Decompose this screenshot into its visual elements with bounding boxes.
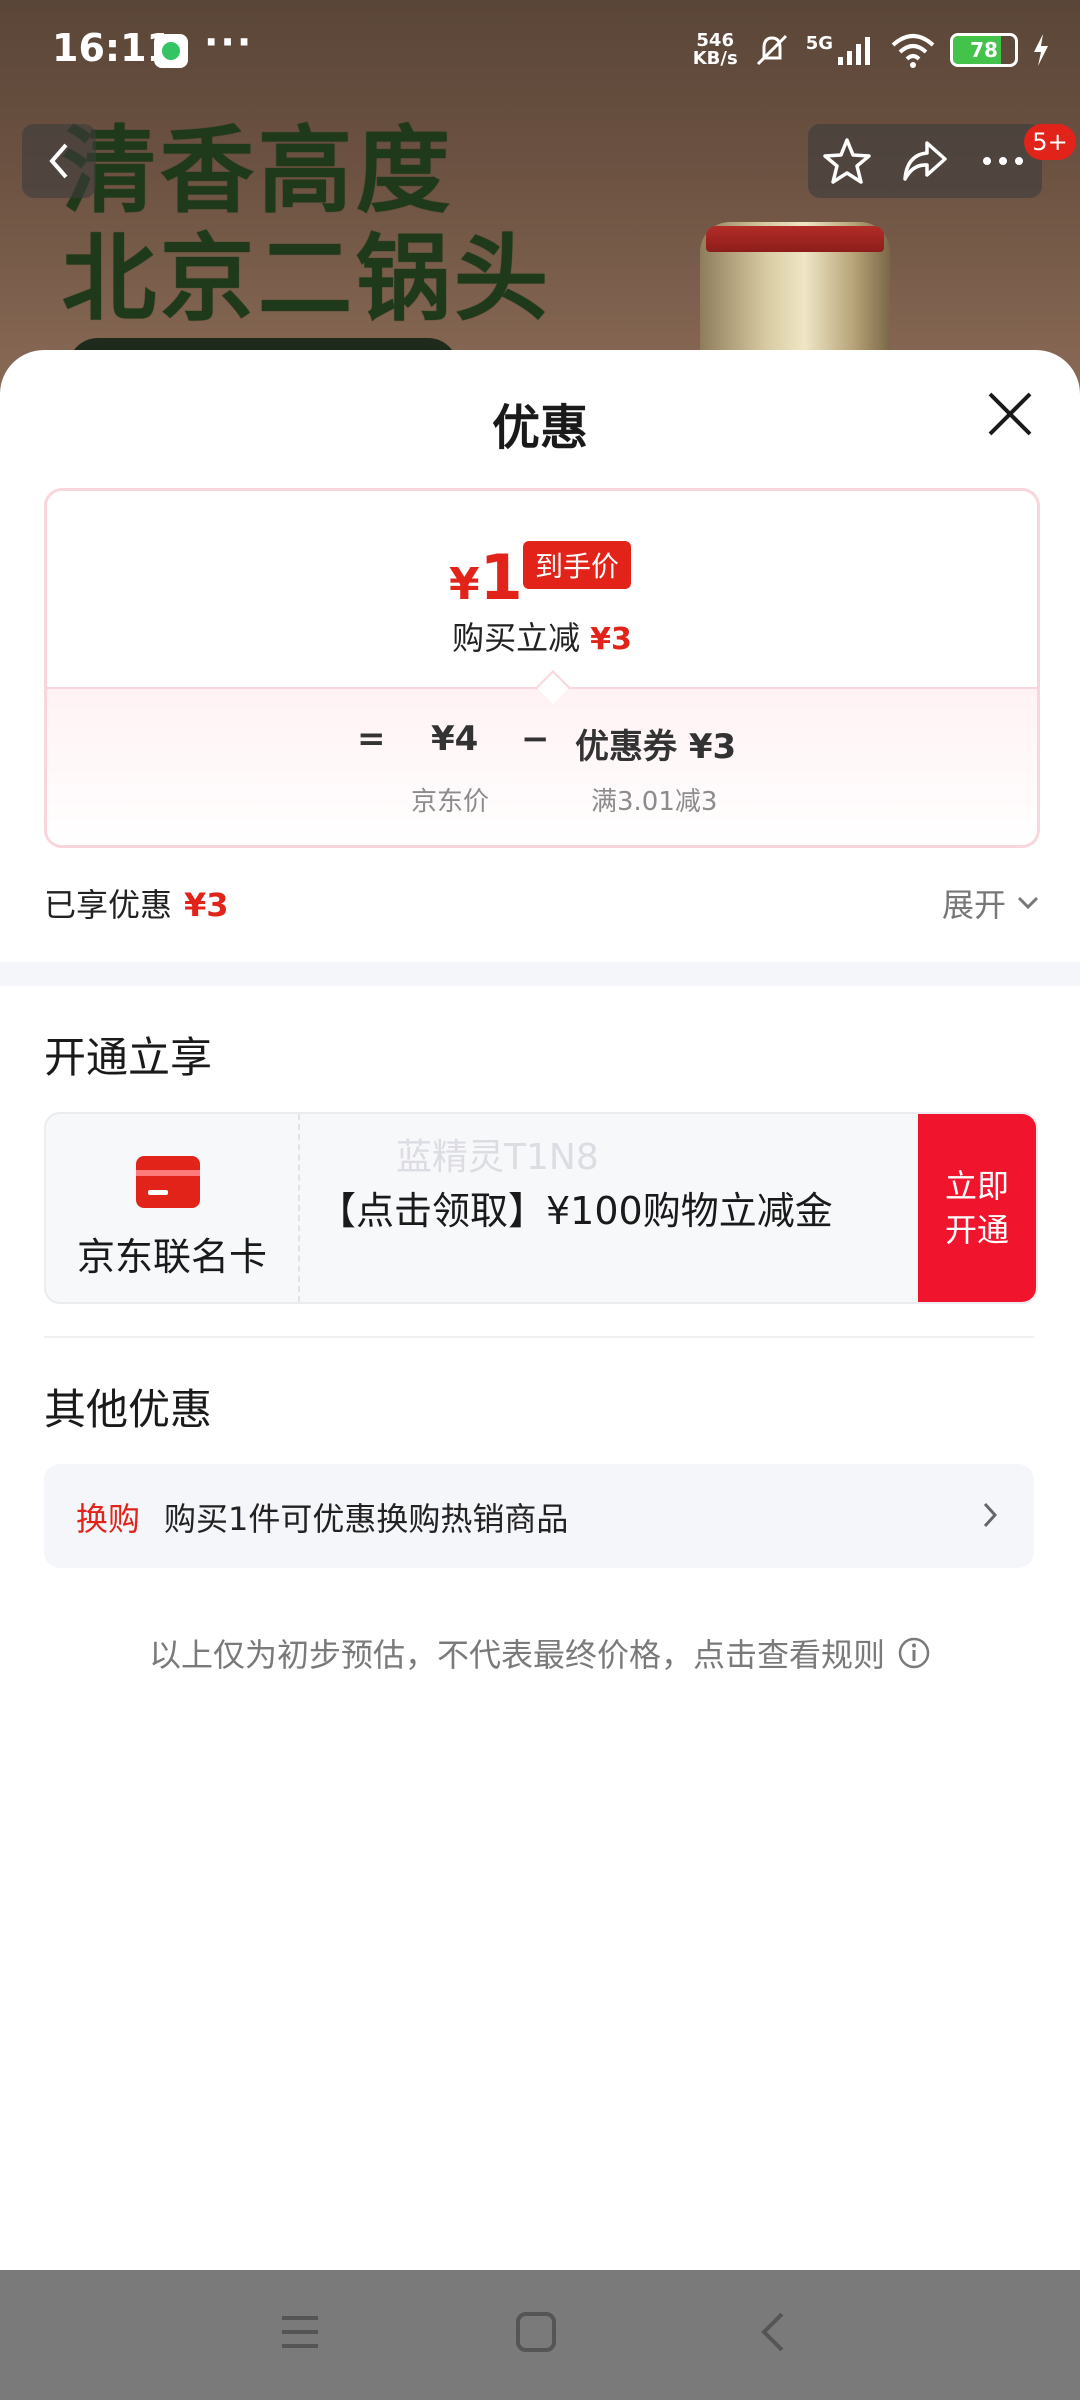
coupon-value: 优惠券 ¥3 [575,727,737,767]
final-price: ¥ 1 [449,541,523,614]
price-formula-area [47,687,1037,845]
chevron-right-icon [983,1502,998,1528]
jd-price-value: ¥4 [431,719,479,759]
more-icon[interactable] [977,135,1029,187]
hero-slogan: 清香高度 北京二锅头 [62,118,552,334]
divider [44,1336,1034,1338]
back-icon [49,143,68,179]
sheet-title: 优惠 [491,400,588,456]
expand-button[interactable]: 展开 [942,880,1040,926]
watermark: 蓝精灵T1N8 [396,1137,599,1178]
share-icon[interactable] [899,135,951,187]
final-price-tag: 到手价 [523,541,632,589]
nav-actions [808,124,1042,198]
net-speed: 546 KB/s [692,30,738,69]
bottle-cap [706,226,884,252]
other-section-title: 其他优惠 [44,1385,213,1434]
charging-icon [1034,34,1048,66]
menu-icon[interactable] [278,2310,322,2354]
battery-indicator: 78 [950,33,1018,67]
price-breakdown-card: ¥ 1 到手价 购买立减 ¥3 = ¥4 − 优惠券 ¥3 京东价 满3.01减3 [44,488,1040,848]
hero-slogan-line1: 清香高度 [62,117,455,226]
nav-back-icon[interactable] [752,2310,796,2354]
trade-in-text: 购买1件可优惠换购热销商品 [164,1500,569,1538]
equals-sign: = [357,719,386,759]
pricing-disclaimer[interactable]: 以上仅为初步预估，不代表最终价格，点击查看规则 [0,1630,1080,1676]
enjoyed-discount: 已享优惠 ¥3 [44,886,229,924]
home-icon[interactable] [514,2310,558,2354]
trade-in-tag: 换购 [76,1500,141,1538]
chevron-down-icon [1017,896,1039,910]
minus-sign: − [521,719,550,759]
system-nav-bar [0,2270,1080,2400]
trade-in-offer-row[interactable]: 换购 购买1件可优惠换购热销商品 [44,1464,1034,1568]
back-button[interactable] [22,124,96,198]
app-notification-icon [154,34,188,68]
status-bar: 16:11 ··· 546 KB/s 5G 78 [0,0,1080,100]
info-icon [898,1637,930,1669]
status-indicators: 546 KB/s 5G 78 [693,28,1050,72]
open-now-button[interactable]: 立即 开通 [918,1114,1036,1302]
open-section-title: 开通立享 [44,1033,213,1082]
status-more: ··· [204,20,254,64]
message-badge: 5+ [1024,124,1076,160]
card-offer-text: 【点击领取】¥100购物立减金 [318,1189,833,1233]
instant-reduction: 购买立减 ¥3 [452,619,632,657]
star-icon[interactable] [821,135,873,187]
close-icon[interactable] [982,386,1038,442]
cell-signal-icon [838,37,870,65]
wifi-icon [891,34,935,68]
card-icon [136,1156,200,1208]
jd-price-label: 京东价 [411,787,490,817]
discount-sheet: 优惠 ¥ 1 到手价 购买立减 ¥3 = ¥4 − 优惠券 ¥3 京东价 满3.0… [0,350,1080,2270]
card-brand: 京东联名卡 [46,1114,300,1302]
mute-icon [756,34,787,66]
signal-type: 5G [805,33,833,54]
coupon-condition: 满3.01减3 [591,787,718,817]
card-name: 京东联名卡 [76,1235,267,1279]
hero-slogan-line2: 北京二锅头 [62,225,553,334]
co-branded-card-offer[interactable]: 京东联名卡 蓝精灵T1N8 【点击领取】¥100购物立减金 立即 开通 [44,1112,1038,1304]
section-divider [0,962,1080,986]
